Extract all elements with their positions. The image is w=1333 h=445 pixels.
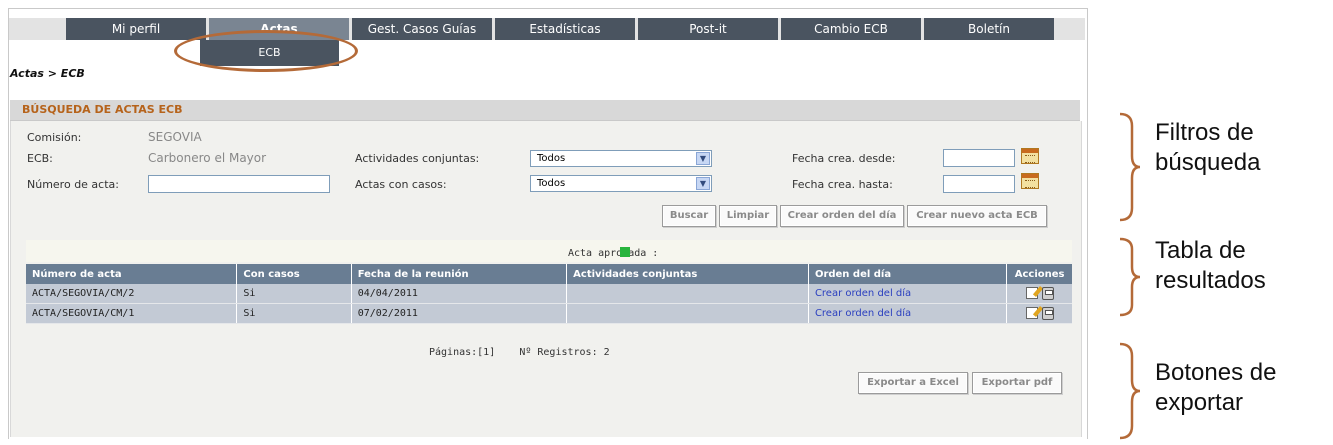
- chevron-down-icon[interactable]: ▼: [696, 177, 710, 190]
- table-header-row: Número de acta Con casos Fecha de la reu…: [26, 264, 1072, 284]
- tab-post-it[interactable]: Post-it: [638, 18, 781, 40]
- table-row: ACTA/SEGOVIA/CM/2 Si 04/04/2011 Crear or…: [26, 284, 1072, 304]
- fecha-hasta-label: Fecha crea. hasta:: [792, 178, 893, 191]
- tab-boletin[interactable]: Boletín: [924, 18, 1057, 40]
- tabla-brace: [1119, 237, 1141, 317]
- tab-gest-casos-guias[interactable]: Gest. Casos Guías: [352, 18, 495, 40]
- botones-brace: [1119, 342, 1141, 440]
- highlight-oval: [174, 30, 358, 72]
- crear-nuevo-acta-button[interactable]: Crear nuevo acta ECB: [907, 205, 1047, 227]
- legend-row: Acta aprobada :: [26, 240, 1072, 262]
- column-header-orden: Orden del día: [808, 264, 1008, 284]
- annotation-filtros: Filtros de búsqueda: [1155, 118, 1260, 178]
- cell-numero: ACTA/SEGOVIA/CM/2: [26, 284, 238, 304]
- crear-orden-dia-link[interactable]: Crear orden del día: [808, 303, 1008, 324]
- column-header-acciones: Acciones: [1006, 264, 1072, 284]
- cell-fecha: 04/04/2011: [351, 284, 568, 304]
- numero-acta-label: Número de acta:: [27, 178, 119, 191]
- comision-label: Comisión:: [27, 131, 82, 144]
- buscar-button[interactable]: Buscar: [662, 205, 716, 227]
- exportar-excel-button[interactable]: Exportar a Excel: [858, 372, 968, 394]
- cell-actividades: [566, 303, 809, 324]
- pagination-pages[interactable]: Páginas:[1]: [429, 347, 495, 358]
- cell-fecha: 07/02/2011: [351, 303, 568, 324]
- edit-icon[interactable]: [1025, 287, 1038, 299]
- crear-orden-dia-link[interactable]: Crear orden del día: [808, 284, 1008, 304]
- tab-estadisticas[interactable]: Estadísticas: [495, 18, 638, 40]
- breadcrumb: Actas > ECB: [10, 67, 85, 80]
- main-menu-bar: Mi perfil Actas Gest. Casos Guías Estadí…: [9, 18, 1085, 40]
- ecb-value: Carbonero el Mayor: [148, 151, 267, 165]
- chevron-down-icon[interactable]: ▼: [696, 152, 710, 165]
- filtros-brace: [1119, 112, 1141, 222]
- cell-con-casos: Si: [236, 303, 352, 324]
- edit-icon[interactable]: [1025, 307, 1038, 319]
- cell-actividades: [566, 284, 809, 304]
- print-icon[interactable]: [1041, 287, 1054, 300]
- exportar-pdf-button[interactable]: Exportar pdf: [972, 372, 1062, 394]
- print-icon[interactable]: [1041, 307, 1054, 320]
- tab-cambio-ecb[interactable]: Cambio ECB: [781, 18, 924, 40]
- fecha-desde-label: Fecha crea. desde:: [792, 152, 896, 165]
- annotation-filtros-line2: búsqueda: [1155, 149, 1261, 176]
- column-header-numero[interactable]: Número de acta: [26, 264, 238, 284]
- search-section-header: BÚSQUEDA DE ACTAS ECB: [10, 100, 1080, 121]
- search-section-title: BÚSQUEDA DE ACTAS ECB: [22, 103, 183, 116]
- fecha-desde-input[interactable]: [943, 149, 1015, 167]
- actas-con-casos-label: Actas con casos:: [355, 178, 447, 191]
- column-header-actividades[interactable]: Actividades conjuntas: [566, 264, 809, 284]
- cell-acciones: [1006, 284, 1072, 304]
- actividades-conjuntas-select[interactable]: Todos ▼: [530, 150, 712, 167]
- ecb-label: ECB:: [27, 152, 53, 165]
- row-actions: [1013, 307, 1066, 320]
- fecha-hasta-input[interactable]: [943, 175, 1015, 193]
- annotation-botones-line1: Botones de: [1155, 359, 1277, 386]
- cell-con-casos: Si: [236, 284, 352, 304]
- annotation-botones: Botones de exportar: [1155, 358, 1276, 418]
- column-header-con-casos[interactable]: Con casos: [236, 264, 352, 284]
- acta-aprobada-legend: Acta aprobada :: [568, 248, 659, 259]
- calendar-icon[interactable]: [1021, 173, 1039, 189]
- comision-value: SEGOVIA: [148, 130, 202, 144]
- row-actions: [1013, 287, 1066, 300]
- calendar-icon[interactable]: [1021, 148, 1039, 164]
- numero-acta-input[interactable]: [148, 175, 330, 193]
- approved-color-swatch: [620, 247, 630, 257]
- tab-mi-perfil[interactable]: Mi perfil: [66, 18, 209, 40]
- actas-con-casos-select[interactable]: Todos ▼: [530, 175, 712, 192]
- annotation-tabla-line1: Tabla de: [1155, 237, 1246, 264]
- annotation-tabla-line2: resultados: [1155, 267, 1266, 294]
- cell-acciones: [1006, 303, 1072, 324]
- annotation-tabla: Tabla de resultados: [1155, 236, 1266, 296]
- column-header-fecha[interactable]: Fecha de la reunión: [351, 264, 568, 284]
- actividades-conjuntas-label: Actividades conjuntas:: [355, 152, 480, 165]
- actividades-conjuntas-selected: Todos: [537, 153, 566, 164]
- actas-con-casos-selected: Todos: [537, 178, 566, 189]
- table-row: ACTA/SEGOVIA/CM/1 Si 07/02/2011 Crear or…: [26, 303, 1072, 324]
- results-table: Número de acta Con casos Fecha de la reu…: [26, 264, 1072, 324]
- annotation-filtros-line1: Filtros de: [1155, 119, 1254, 146]
- annotation-botones-line2: exportar: [1155, 389, 1244, 416]
- pagination-records: Nº Registros: 2: [519, 347, 610, 358]
- cell-numero: ACTA/SEGOVIA/CM/1: [26, 303, 238, 324]
- pagination: Páginas:[1] Nº Registros: 2: [429, 347, 610, 358]
- crear-orden-dia-button[interactable]: Crear orden del día: [780, 205, 904, 227]
- limpiar-button[interactable]: Limpiar: [719, 205, 777, 227]
